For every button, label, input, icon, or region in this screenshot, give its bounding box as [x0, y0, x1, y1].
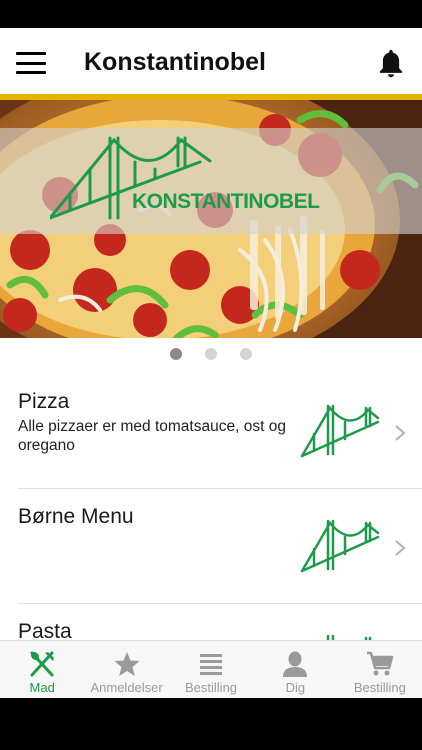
top-app-bar: Konstantinobel	[0, 28, 422, 94]
list-icon	[200, 654, 223, 675]
category-title: Børne Menu	[18, 505, 134, 528]
tab-mad[interactable]: Mad	[0, 641, 84, 698]
carousel-dot-2[interactable]	[205, 348, 217, 360]
tab-bestilling-cart[interactable]: Bestilling	[338, 641, 422, 698]
bottom-navigation: Mad Anmeldelser Bestilling Dig Bestillin…	[0, 640, 422, 698]
tab-label: Bestilling	[185, 680, 238, 695]
carousel-dot-1[interactable]	[170, 348, 182, 360]
category-title: Pizza	[18, 390, 70, 413]
app-container: Konstantinobel KONSTANTINOBEL Pizza Alle…	[0, 28, 422, 698]
phone-screen: Konstantinobel KONSTANTINOBEL Pizza Alle…	[0, 0, 422, 750]
carousel-dot-3[interactable]	[240, 348, 252, 360]
category-description: Alle pizzaer er med tomatsauce, ost og o…	[18, 418, 286, 454]
tab-bestilling-list[interactable]: Bestilling	[169, 641, 253, 698]
tab-anmeldelser[interactable]: Anmeldelser	[84, 641, 168, 698]
logo-overlay: KONSTANTINOBEL	[0, 128, 422, 234]
page-title: Konstantinobel	[84, 48, 266, 76]
tab-label: Mad	[29, 680, 55, 695]
menu-category-pizza[interactable]: Pizza Alle pizzaer er med tomatsauce, os…	[18, 374, 422, 489]
bridge-thumbnail-icon	[300, 404, 380, 458]
system-navigation-area	[0, 698, 422, 750]
star-icon	[114, 652, 140, 676]
bridge-thumbnail-icon	[300, 519, 380, 573]
tab-dig[interactable]: Dig	[253, 641, 337, 698]
status-bar	[0, 0, 422, 28]
chevron-right-icon	[395, 425, 406, 441]
hamburger-menu-icon[interactable]	[16, 52, 46, 74]
menu-category-borne-menu[interactable]: Børne Menu	[18, 489, 422, 604]
banner-carousel[interactable]: KONSTANTINOBEL	[0, 100, 422, 338]
cart-icon	[366, 651, 394, 676]
tab-label: Dig	[285, 680, 306, 695]
tab-label: Bestilling	[353, 680, 406, 695]
user-icon	[283, 651, 308, 677]
chevron-right-icon	[395, 540, 406, 556]
brand-logo-text: KONSTANTINOBEL	[132, 190, 320, 213]
fork-knife-icon	[30, 651, 55, 677]
tab-label: Anmeldelser	[90, 680, 163, 695]
notification-bell-icon[interactable]	[376, 48, 406, 80]
carousel-indicator	[0, 348, 422, 362]
